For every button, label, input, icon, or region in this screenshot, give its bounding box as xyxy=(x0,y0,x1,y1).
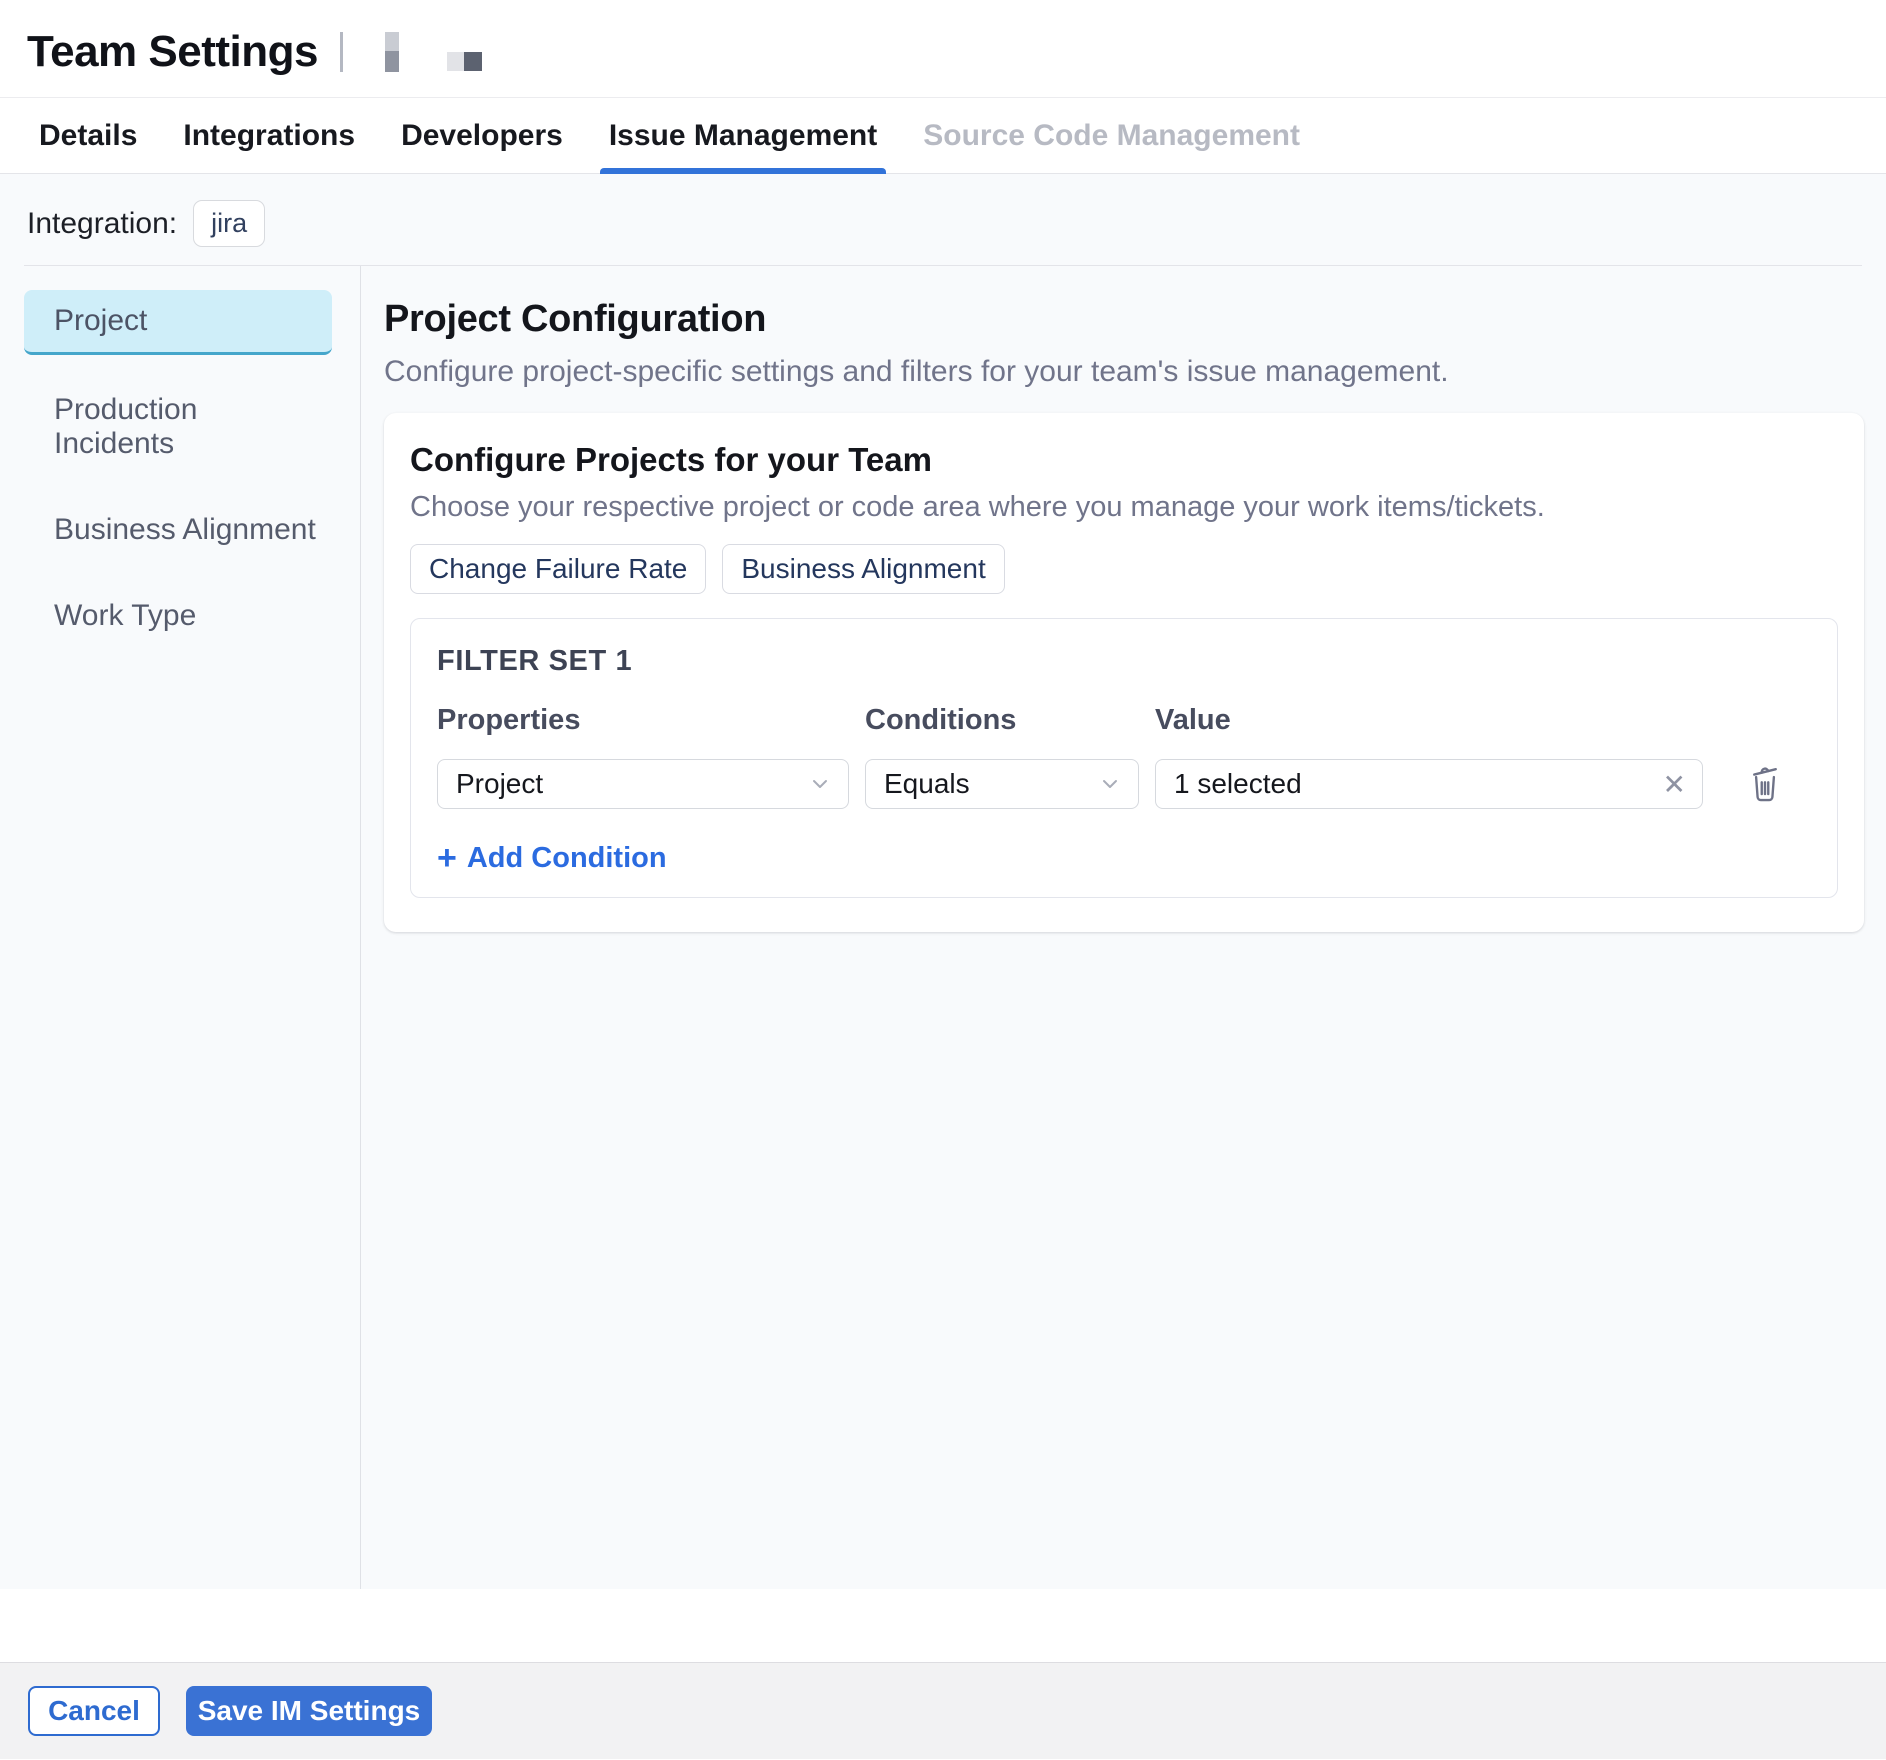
tab-issue-management[interactable]: Issue Management xyxy=(600,98,886,173)
properties-column-header: Properties xyxy=(437,704,849,737)
tab-bar: Details Integrations Developers Issue Ma… xyxy=(0,98,1886,174)
tab-source-code-management[interactable]: Source Code Management xyxy=(914,98,1309,173)
project-chips: Change Failure Rate Business Alignment xyxy=(410,544,1838,594)
plus-icon: + xyxy=(437,841,457,875)
title-separator xyxy=(340,32,343,72)
settings-sidebar: Project Production Incidents Business Al… xyxy=(0,266,361,1589)
content-area: Integration: jira Project Production Inc… xyxy=(0,174,1886,1589)
section-heading: Project Configuration xyxy=(384,298,1864,341)
configure-projects-card: Configure Projects for your Team Choose … xyxy=(384,413,1864,932)
conditions-select[interactable]: Equals xyxy=(865,759,1139,809)
filter-set-title: FILTER SET 1 xyxy=(437,645,1811,678)
spacer-band xyxy=(0,1589,1886,1662)
page-title: Team Settings xyxy=(27,27,318,77)
properties-select[interactable]: Project xyxy=(437,759,849,809)
sidebar-item-work-type[interactable]: Work Type xyxy=(24,585,332,647)
redacted-block xyxy=(464,52,482,71)
page-header: Team Settings Details Integrations Devel… xyxy=(0,0,1886,174)
redacted-block xyxy=(385,32,399,72)
card-subtitle: Choose your respective project or code a… xyxy=(410,491,1838,524)
chip-change-failure-rate[interactable]: Change Failure Rate xyxy=(410,544,706,594)
save-im-settings-button[interactable]: Save IM Settings xyxy=(186,1686,432,1736)
value-column-header: Value xyxy=(1155,704,1703,737)
add-condition-button[interactable]: + Add Condition xyxy=(437,841,667,875)
tab-details[interactable]: Details xyxy=(30,98,146,173)
sidebar-item-production-incidents[interactable]: Production Incidents xyxy=(24,379,332,475)
filter-row: Properties Project Conditions xyxy=(437,704,1811,809)
redacted-block-pair xyxy=(447,52,482,71)
chevron-down-icon xyxy=(808,772,832,796)
conditions-select-value: Equals xyxy=(884,768,970,800)
tab-integrations[interactable]: Integrations xyxy=(174,98,364,173)
value-selected-count: 1 selected xyxy=(1174,768,1302,800)
clear-selection-icon[interactable]: ✕ xyxy=(1663,768,1686,801)
footer-action-bar: Cancel Save IM Settings xyxy=(0,1662,1886,1759)
add-condition-label: Add Condition xyxy=(467,842,667,875)
conditions-column-header: Conditions xyxy=(865,704,1139,737)
sidebar-item-business-alignment[interactable]: Business Alignment xyxy=(24,499,332,561)
trash-icon xyxy=(1747,763,1783,806)
chevron-down-icon xyxy=(1098,772,1122,796)
card-title: Configure Projects for your Team xyxy=(410,441,1838,479)
integration-row: Integration: jira xyxy=(0,174,1886,265)
properties-select-value: Project xyxy=(456,768,543,800)
section-subheading: Configure project-specific settings and … xyxy=(384,355,1864,389)
redacted-block xyxy=(447,52,464,71)
cancel-button[interactable]: Cancel xyxy=(28,1686,160,1736)
filter-set: FILTER SET 1 Properties Project xyxy=(410,618,1838,898)
integration-value-chip: jira xyxy=(193,200,265,247)
title-row: Team Settings xyxy=(0,0,1886,98)
tab-developers[interactable]: Developers xyxy=(392,98,572,173)
sidebar-item-project[interactable]: Project xyxy=(24,290,332,355)
value-multiselect[interactable]: 1 selected ✕ xyxy=(1155,759,1703,809)
main-panel: Project Configuration Configure project-… xyxy=(361,266,1886,1589)
integration-label: Integration: xyxy=(27,207,177,241)
chip-business-alignment[interactable]: Business Alignment xyxy=(722,544,1004,594)
delete-filter-button[interactable] xyxy=(1747,763,1783,806)
